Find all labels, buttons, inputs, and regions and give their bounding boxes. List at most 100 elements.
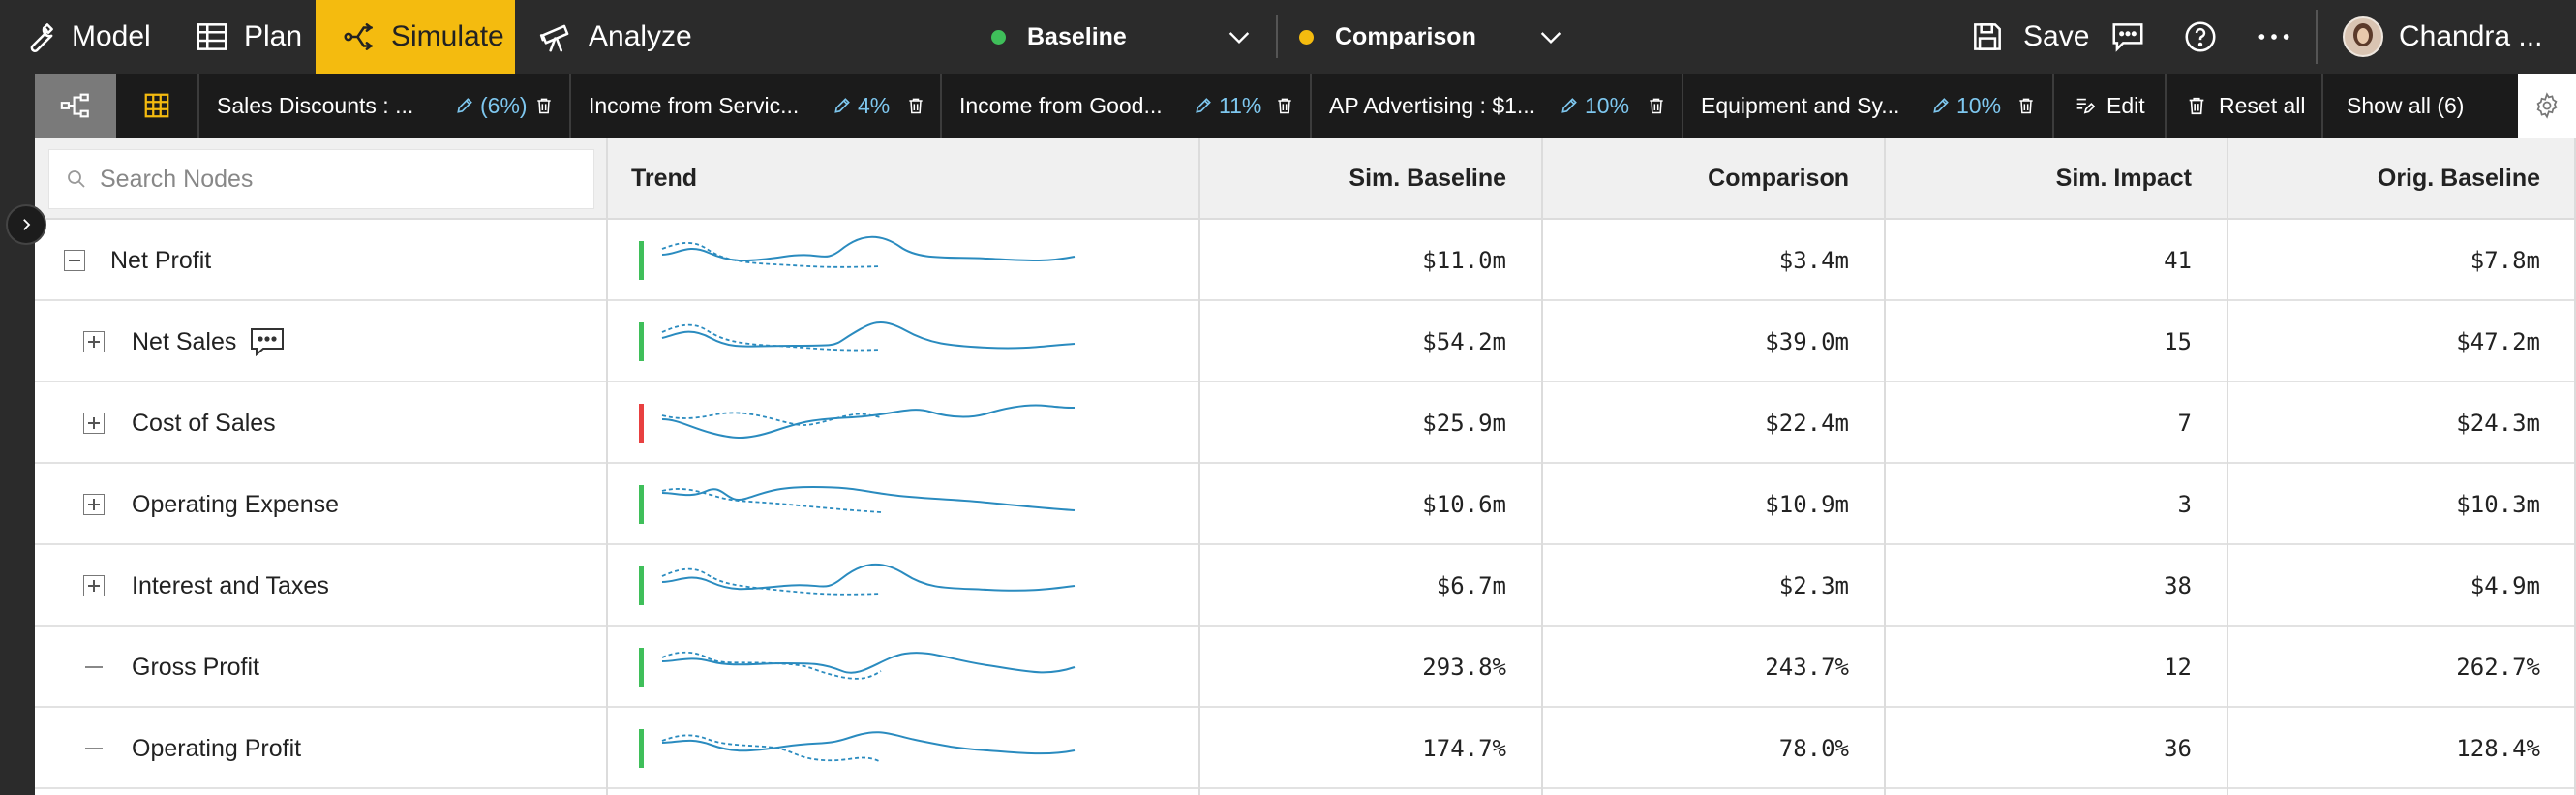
trash-icon[interactable] [2016,95,2036,116]
node-name: Net Sales [132,301,285,382]
filter-chip-value: 4% [858,92,891,118]
expand-panel-button[interactable] [6,204,46,245]
leaf-marker [85,748,103,749]
orig-baseline-cell: 128.4% [2456,735,2540,762]
filter-chip-percent[interactable]: 10% [1931,93,2001,119]
trash-icon[interactable] [1275,95,1294,116]
save-button[interactable]: Save [1969,0,2089,74]
help-icon[interactable] [2182,18,2219,55]
branch-icon [344,23,373,50]
model-tab[interactable]: Model [21,0,151,74]
table-icon [197,23,227,50]
filter-chip-percent[interactable]: 4% [833,93,890,119]
status-bar [639,566,644,605]
filter-chip[interactable]: Income from Good... 11% [940,74,1310,138]
baseline-line [661,563,1076,592]
left-rail [0,74,35,795]
node-name: Operating Expense [132,464,339,545]
table-row[interactable]: Operating Profit 174.7% 78.0% 36 128.4% [35,708,2576,789]
column-header-comparison[interactable]: Comparison [1543,138,1849,220]
table-row[interactable]: Gross Profit 293.8% 243.7% 12 262.7% [35,627,2576,708]
expand-toggle[interactable] [83,575,105,596]
edit-button[interactable]: Edit [2052,74,2165,138]
filter-chip-value: 11% [1219,92,1262,118]
filter-chip-percent[interactable]: (6%) [455,93,528,119]
filter-chip-percent[interactable]: 10% [1560,93,1629,119]
trash-icon[interactable] [1647,95,1666,116]
save-icon [1974,23,2001,50]
comment-icon[interactable] [2109,18,2146,55]
filter-chip-value: 10% [1956,92,2002,118]
filter-chip[interactable]: Sales Discounts : ... (6%) [197,74,569,138]
comparison-cell: $10.9m [1765,491,1849,518]
comment-icon[interactable] [250,327,285,356]
pencil-icon [457,98,472,113]
column-header-orig-baseline[interactable]: Orig. Baseline [2228,138,2540,220]
user-profile[interactable]: Chandra ... [2343,0,2542,74]
telescope-icon [539,24,569,52]
show-all-button[interactable]: Show all (6) [2321,74,2518,138]
sim-impact-cell: 15 [2164,328,2192,355]
sim-impact-cell: 36 [2164,735,2192,762]
sim-impact-cell: 41 [2164,247,2192,274]
table-row[interactable]: Cost of Sales $25.9m $22.4m 7 $24.3m [35,382,2576,464]
search-input[interactable] [100,165,564,194]
filter-chip-value: (6%) [480,92,528,118]
sim-impact-cell: 7 [2177,410,2192,437]
orig-baseline-cell: $10.3m [2456,491,2540,518]
node-name: Cost of Sales [132,382,276,464]
column-header-sim-impact[interactable]: Sim. Impact [1886,138,2192,220]
chevron-down-icon[interactable] [1224,21,1255,52]
expand-toggle[interactable] [83,413,105,434]
baseline-line [661,321,1076,350]
table-row[interactable]: Interest and Taxes $6.7m $2.3m 38 $4.9m [35,545,2576,627]
filter-chip[interactable]: Equipment and Sy... 10% [1682,74,2052,138]
baseline-color-dot [991,29,1006,45]
sim-baseline-cell: 174.7% [1422,735,1506,762]
sim-baseline-cell: $11.0m [1422,247,1506,274]
trash-icon[interactable] [534,95,554,116]
filter-chip[interactable]: AP Advertising : $1... 10% [1310,74,1682,138]
filter-chip-value: 10% [1585,92,1630,118]
column-header-trend[interactable]: Trend [631,138,697,220]
comparison-cell: $2.3m [1778,572,1849,599]
reset-all-label: Reset all [2219,92,2306,118]
filter-chip[interactable]: Income from Servic... 4% [569,74,940,138]
table-row[interactable]: Operating Expense $10.6m $10.9m 3 $10.3m [35,464,2576,545]
trend-sparkline [639,729,1076,768]
search-box[interactable] [48,149,594,209]
search-icon [68,170,85,188]
trash-icon[interactable] [906,95,925,116]
column-header-label: Sim. Impact [2055,165,2192,192]
node-name-label: Gross Profit [132,653,259,681]
status-bar [639,404,644,443]
table-row[interactable]: Net Sales $54.2m $39.0m 15 $47.2m [35,301,2576,382]
pencil-icon [1196,98,1211,113]
graph-view-toggle[interactable] [35,74,116,138]
grid-view-toggle[interactable] [116,74,197,138]
orig-baseline-cell: $47.2m [2456,328,2540,355]
collapse-toggle[interactable] [64,250,85,271]
filter-chip-percent[interactable]: 11% [1194,93,1261,119]
column-header-sim-baseline[interactable]: Sim. Baseline [1200,138,1506,220]
avatar [2343,16,2383,57]
expand-toggle[interactable] [83,494,105,515]
chevron-down-icon[interactable] [1535,21,1566,52]
more-options-icon[interactable] [2256,18,2292,55]
filter-chip-name: AP Advertising : $1... [1329,92,1536,118]
baseline-scenario-selector[interactable]: Baseline [991,0,1127,74]
save-label: Save [2023,20,2090,52]
table-row[interactable]: Net Profit $11.0m $3.4m 41 $7.8m [35,220,2576,301]
analyze-tab[interactable]: Analyze [538,0,692,74]
sim-baseline-cell: $25.9m [1422,410,1506,437]
expand-toggle[interactable] [83,331,105,352]
sim-impact-cell: 3 [2177,491,2192,518]
reset-all-button[interactable]: Reset all [2165,74,2321,138]
comparison-scenario-selector[interactable]: Comparison [1299,0,1476,74]
orig-baseline-cell: 262.7% [2456,654,2540,681]
settings-button[interactable] [2518,74,2576,138]
plan-tab[interactable]: Plan [194,0,302,74]
wrench-icon [30,23,53,52]
comparison-line [661,651,882,680]
simulate-tab[interactable]: Simulate [316,0,515,74]
